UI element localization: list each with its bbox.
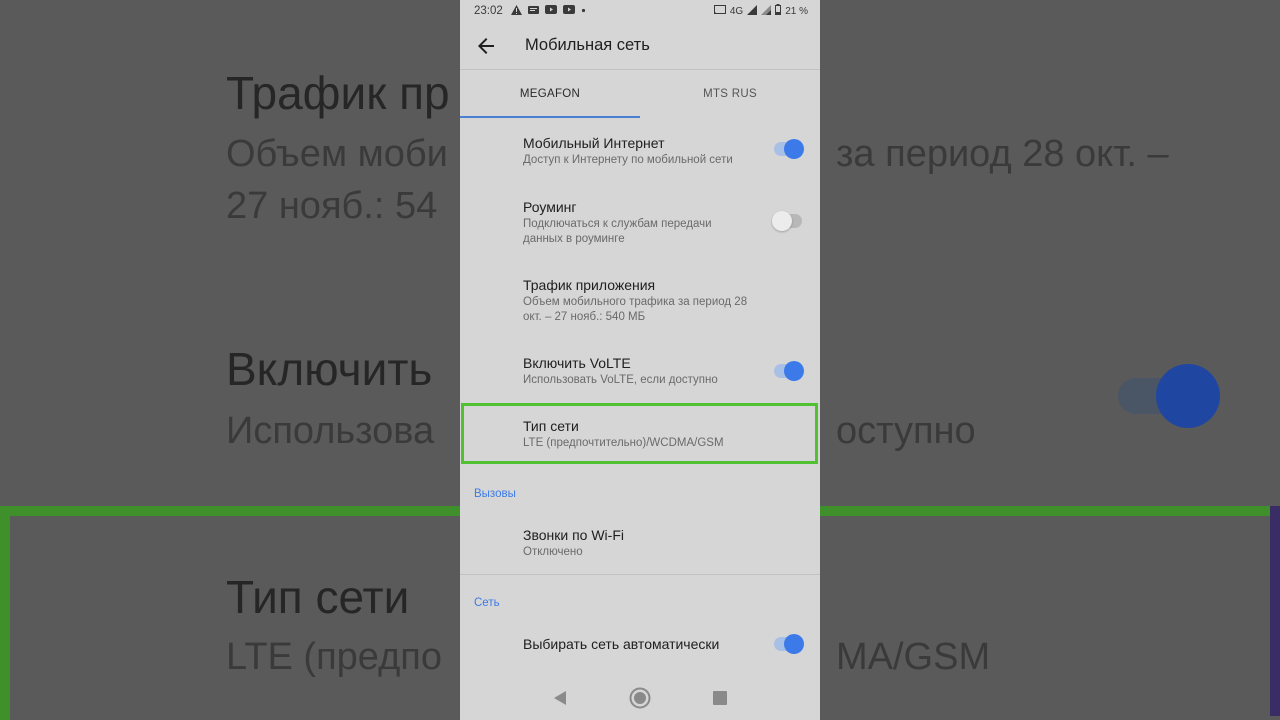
bg-sub-network-type-a: LTE (предпо (226, 636, 442, 678)
item-title: Тип сети (523, 418, 579, 434)
page-title: Мобильная сеть (525, 36, 650, 54)
list-item-volte[interactable]: Включить VoLTE Использовать VoLTE, если … (460, 354, 820, 388)
navigation-bar (460, 676, 820, 720)
auto-network-toggle[interactable] (774, 634, 804, 654)
nav-recents-icon[interactable] (705, 683, 735, 713)
dot-icon (581, 6, 586, 16)
item-subtitle: LTE (предпочтительно)/WCDMA/GSM (523, 437, 724, 449)
app-bar: Мобильная сеть (460, 22, 820, 70)
bg-sub-network-type-b: MA/GSM (836, 636, 991, 678)
toggle-knob (772, 211, 792, 231)
tab-mts-rus[interactable]: MTS RUS (640, 70, 820, 118)
bg-sub-traffic-c: 27 нояб.: 54 (226, 185, 438, 227)
item-title: Выбирать сеть автоматически (523, 636, 720, 652)
item-subtitle: Объем мобильного трафика за период 28 ок… (523, 296, 748, 323)
item-title: Включить VoLTE (523, 355, 631, 371)
toggle-knob (784, 634, 804, 654)
bg-title-volte: Включить (226, 343, 433, 395)
network-type: 4G (729, 5, 744, 17)
message-icon (527, 5, 539, 18)
battery-percent: 21 % (785, 5, 808, 17)
bg-edge (1270, 506, 1280, 716)
bg-sub-traffic-a: Объем моби (226, 133, 448, 175)
list-item-roaming[interactable]: Роуминг Подключаться к службам передачи … (460, 198, 820, 247)
bg-toggle-knob (1156, 364, 1220, 428)
item-subtitle: Доступ к Интернету по мобильной сети (523, 154, 733, 166)
volte-toggle[interactable] (774, 361, 804, 381)
list-item-mobile-internet[interactable]: Мобильный Интернет Доступ к Интернету по… (460, 134, 820, 168)
mobile-internet-toggle[interactable] (774, 139, 804, 159)
item-title: Трафик приложения (523, 277, 656, 293)
status-time: 23:02 (474, 5, 503, 17)
back-arrow-icon[interactable] (462, 22, 510, 70)
item-subtitle: Использовать VoLTE, если доступно (523, 374, 718, 386)
notification-icons (510, 4, 586, 18)
item-title: Мобильный Интернет (523, 135, 665, 151)
status-bar: 23:02 4G 21 % (460, 0, 820, 22)
bg-sub-volte-b: оступно (836, 410, 976, 452)
signal-icon-2 (761, 4, 772, 18)
list-item-network-type[interactable]: Тип сети LTE (предпочтительно)/WCDMA/GSM (460, 417, 820, 451)
youtube-icon-2 (562, 5, 575, 17)
battery-icon (775, 4, 782, 18)
nav-back-icon[interactable] (545, 683, 575, 713)
bg-sub-volte-a: Использова (226, 410, 435, 452)
bg-title-traffic: Трафик пр (226, 67, 450, 119)
toggle-knob (784, 361, 804, 381)
roaming-toggle[interactable] (772, 211, 802, 231)
signal-icon (747, 4, 758, 18)
nav-home-icon[interactable] (625, 683, 655, 713)
item-subtitle: Подключаться к службам передачи данных в… (523, 218, 712, 245)
warning-icon (510, 4, 522, 18)
section-header-network: Сеть (474, 597, 500, 609)
item-subtitle: Отключено (523, 546, 583, 558)
phone-screen: 23:02 4G 21 % Мобильная сеть MEGAFON MTS… (460, 0, 820, 720)
tab-megafon[interactable]: MEGAFON (460, 70, 640, 118)
sim-tabs: MEGAFON MTS RUS (460, 70, 820, 118)
section-divider (460, 574, 820, 575)
list-item-wifi-calls[interactable]: Звонки по Wi-Fi Отключено (460, 526, 820, 560)
youtube-icon (544, 5, 557, 17)
bg-sub-traffic-b: за период 28 окт. – (836, 133, 1169, 175)
toggle-knob (784, 139, 804, 159)
bg-title-network-type: Тип сети (226, 571, 410, 623)
list-item-app-traffic[interactable]: Трафик приложения Объем мобильного трафи… (460, 276, 820, 325)
section-header-calls: Вызовы (474, 488, 516, 500)
status-right: 4G 21 % (713, 4, 808, 18)
list-item-auto-network[interactable]: Выбирать сеть автоматически (460, 634, 820, 654)
cast-icon (713, 4, 726, 18)
item-title: Звонки по Wi-Fi (523, 527, 624, 543)
item-title: Роуминг (523, 199, 577, 215)
tab-indicator (460, 116, 640, 118)
